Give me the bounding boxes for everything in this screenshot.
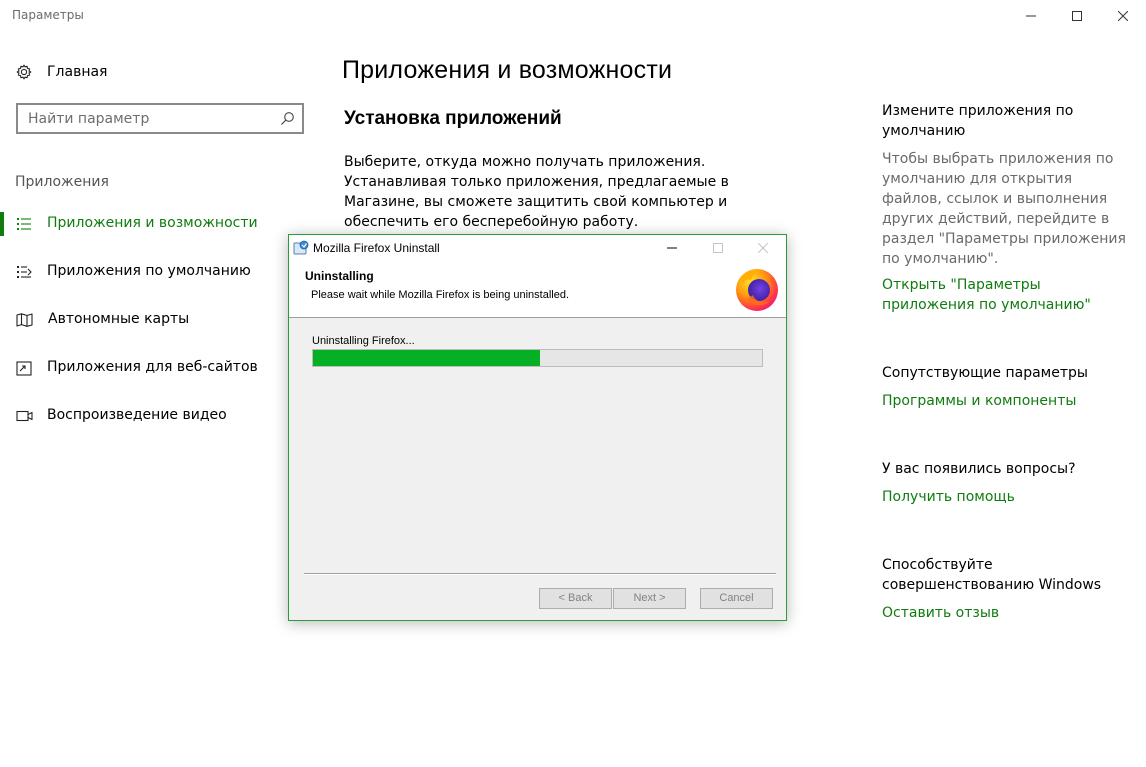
apps-section-label: Приложения [15,174,109,190]
dialog-header: Uninstalling Please wait while Mozilla F… [289,260,786,318]
questions-heading: У вас появились вопросы? [882,461,1076,477]
gear-icon [14,62,34,82]
close-icon [1118,11,1128,21]
default-apps-icon [15,263,33,281]
get-help-link[interactable]: Получить помощь [882,487,1132,507]
dialog-title: Mozilla Firefox Uninstall [313,241,440,255]
home-nav-item[interactable]: Главная [14,60,107,84]
map-icon [15,311,33,329]
search-icon[interactable] [280,111,295,126]
sidebar-item-default-apps[interactable]: Приложения по умолчанию [0,254,320,290]
sidebar-item-apps-features[interactable]: Приложения и возможности [0,206,320,242]
default-apps-text: Чтобы выбрать приложения по умолчанию дл… [882,151,1126,267]
uninstaller-icon [293,240,309,255]
cancel-button[interactable]: Cancel [700,588,773,609]
minimize-button[interactable] [1008,0,1054,32]
open-default-apps-link[interactable]: Открыть "Параметры приложения по умолчан… [882,275,1132,315]
install-apps-description: Выберите, откуда можно получать приложен… [344,154,729,230]
related-settings-heading: Сопутствующие параметры [882,365,1088,381]
dialog-minimize-button[interactable] [649,235,695,260]
window-title: Параметры [12,8,84,22]
feedback-heading: Способствуйте совершенствованию Windows [882,557,1102,593]
sidebar-item-label: Автономные карты [48,311,190,327]
sidebar-item-offline-maps[interactable]: Автономные карты [0,302,320,338]
title-bar: Параметры [0,0,1146,32]
next-button[interactable]: Next > [613,588,686,609]
active-indicator [0,212,4,236]
web-apps-icon [15,359,33,377]
sidebar-item-web-apps[interactable]: Приложения для веб-сайтов [0,350,320,386]
install-apps-heading: Установка приложений [344,108,562,129]
sidebar-item-label: Приложения по умолчанию [47,263,251,279]
default-apps-heading: Измените приложения по умолчанию [882,103,1074,139]
maximize-icon [1072,11,1082,21]
uninstall-progress-bar [312,349,763,367]
programs-features-link[interactable]: Программы и компоненты [882,391,1132,411]
minimize-icon [1026,15,1036,17]
give-feedback-link[interactable]: Оставить отзыв [882,603,1132,623]
dialog-close-button [740,235,786,260]
close-button[interactable] [1100,0,1146,32]
search-box[interactable] [16,103,304,134]
maximize-button[interactable] [1054,0,1100,32]
sidebar-item-label: Приложения для веб-сайтов [47,359,258,375]
maximize-icon [713,242,723,253]
dialog-heading: Uninstalling [305,269,374,283]
apps-list-icon [15,215,33,233]
dialog-maximize-button [695,235,741,260]
search-input[interactable] [18,105,273,132]
progress-fill [313,350,540,366]
sidebar-item-video-playback[interactable]: Воспроизведение видео [0,398,320,434]
close-icon [758,242,768,253]
uninstall-status: Uninstalling Firefox... [312,335,415,347]
back-button[interactable]: < Back [539,588,612,609]
dialog-title-bar[interactable]: Mozilla Firefox Uninstall [289,235,786,260]
firefox-logo-icon [736,269,778,311]
sidebar-item-label: Приложения и возможности [47,215,258,231]
page-title: Приложения и возможности [342,56,673,84]
dialog-subheading: Please wait while Mozilla Firefox is bei… [311,289,570,301]
home-label: Главная [47,64,108,80]
firefox-uninstall-dialog: Mozilla Firefox Uninstall Uninstalling P… [288,234,787,621]
video-icon [15,407,33,425]
dialog-divider [304,573,776,575]
minimize-icon [667,247,677,248]
sidebar-item-label: Воспроизведение видео [47,407,227,423]
